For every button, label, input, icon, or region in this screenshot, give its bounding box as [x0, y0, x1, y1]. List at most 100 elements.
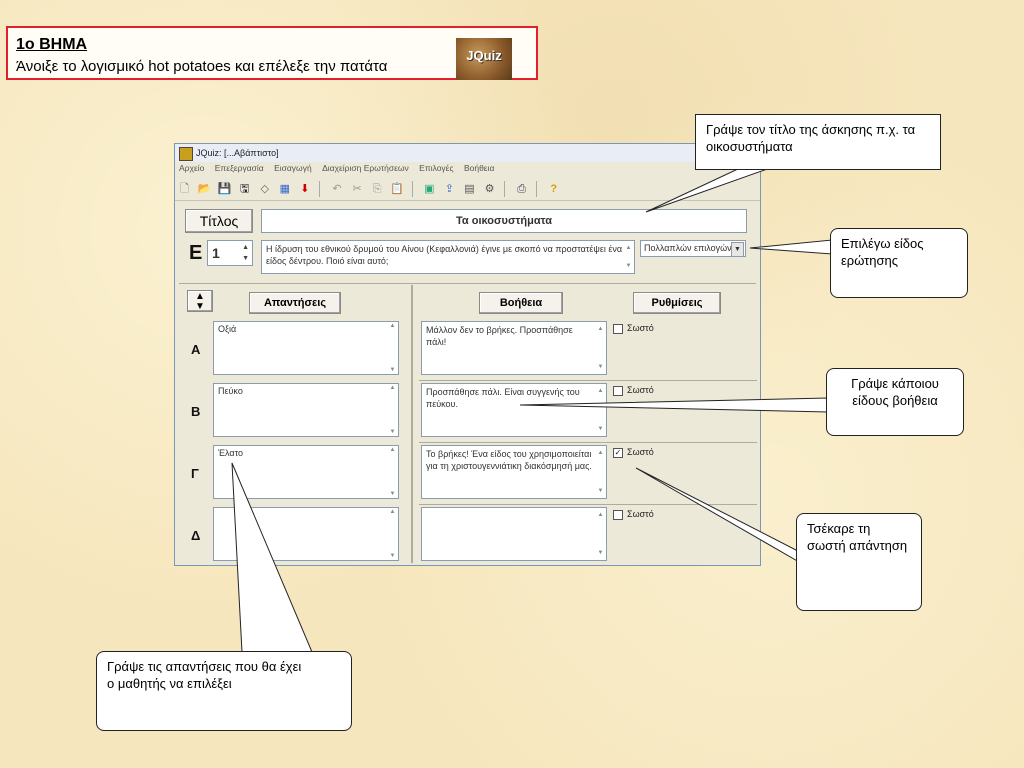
reorder-arrows-button[interactable]: ▲ ▼: [187, 290, 213, 312]
title-input[interactable]: Τα οικοσυστήματα: [261, 209, 747, 233]
feedback-input-c[interactable]: Το βρήκες! Ένα είδος του χρησιμοποιείται…: [421, 445, 607, 499]
answer-letter-a: Α: [191, 342, 201, 357]
tools-icon[interactable]: ⚙: [482, 178, 497, 200]
feedback-text: Μάλλον δεν το βρήκες. Προσπάθησε πάλι!: [426, 325, 573, 347]
checkbox-box[interactable]: [613, 385, 623, 396]
question-label: E: [189, 242, 203, 264]
correct-checkbox-b[interactable]: Σωστό: [613, 385, 654, 396]
question-type-value: Πολλαπλών επιλογών: [644, 243, 732, 253]
save-icon[interactable]: 💾: [217, 178, 232, 200]
toolbar: 🗋 📂 💾 🖫 ◇ ▦ ⬇ ↶ ✂ ⎘ 📋 ▣ ⇪ ▤ ⚙ ⎙ ?: [175, 178, 760, 201]
eraser-icon[interactable]: ◇: [257, 178, 272, 200]
correct-label: Σωστό: [627, 447, 654, 457]
answer-text: Έλατο: [218, 448, 244, 458]
settings-header-button[interactable]: Ρυθμίσεις: [633, 292, 721, 314]
feedback-text: Το βρήκες! Ένα είδος του χρησιμοποιείται…: [426, 449, 592, 471]
answers-hint-line-1: Γράψε τις απαντήσεις που θα έχει: [107, 659, 302, 674]
scrollbar[interactable]: ▲ ▼: [596, 447, 605, 497]
type-hint-text: Επιλέγω είδος ερώτησης: [841, 236, 924, 268]
correct-label: Σωστό: [627, 509, 654, 519]
arrow-down-icon[interactable]: ⬇: [297, 178, 312, 200]
toolbar-separator: [536, 181, 538, 198]
question-textarea[interactable]: Η ίδρυση του εθνικού δρυμού του Αίνου (Κ…: [261, 240, 635, 274]
toolbar-separator: [319, 181, 321, 198]
scrollbar[interactable]: ▲ ▼: [388, 385, 397, 435]
correct-hint-callout: Τσέκαρε τη σωστή απάντηση: [796, 513, 922, 611]
web-icon[interactable]: ▣: [422, 178, 437, 200]
answers-hint-callout: Γράψε τις απαντήσεις που θα έχει ο μαθητ…: [96, 651, 352, 731]
print-icon[interactable]: ⎙: [514, 178, 529, 200]
scrollbar[interactable]: ▲ ▼: [596, 385, 605, 435]
question-number-stepper[interactable]: 1 ▲ ▼: [207, 240, 253, 266]
correct-checkbox-c[interactable]: ✓ Σωστό: [613, 447, 654, 458]
jquiz-logo-icon: JQuiz: [456, 38, 512, 80]
step-text: Άνοιξε το λογισμικό hot potatoes και επέ…: [16, 58, 388, 75]
feedback-header-button[interactable]: Βοήθεια: [479, 292, 563, 314]
correct-checkbox-a[interactable]: Σωστό: [613, 323, 654, 334]
menu-help[interactable]: Βοήθεια: [464, 163, 494, 173]
question-number: 1: [212, 245, 220, 261]
checkbox-box[interactable]: [613, 509, 623, 520]
checkbox-box[interactable]: [613, 323, 623, 334]
feedback-input-d[interactable]: ▲ ▼: [421, 507, 607, 561]
answer-input-c[interactable]: Έλατο ▲ ▼: [213, 445, 399, 499]
toolbar-separator: [504, 181, 506, 198]
panel-top-divider: [179, 283, 756, 284]
menu-options[interactable]: Επιλογές: [419, 163, 453, 173]
app-icon: [179, 147, 193, 161]
scrollbar[interactable]: ▲ ▼: [596, 509, 605, 559]
stepper-arrows-icon[interactable]: ▲ ▼: [242, 242, 249, 264]
checker-icon[interactable]: ▦: [277, 178, 292, 200]
scrollbar[interactable]: ▲ ▼: [596, 323, 605, 373]
menubar: Αρχείο Επεξεργασία Εισαγωγή Διαχείριση Ε…: [175, 163, 760, 177]
answer-input-a[interactable]: Οξιά ▲ ▼: [213, 321, 399, 375]
feedback-hint-text: Γράψε κάποιου είδους βοήθεια: [851, 376, 939, 408]
title-button[interactable]: Τίτλος: [185, 209, 253, 233]
answer-text: Πεύκο: [218, 386, 243, 396]
open-icon[interactable]: 📂: [197, 178, 212, 200]
answer-text: Οξιά: [218, 324, 237, 334]
panel-vertical-divider: [411, 285, 413, 563]
type-hint-callout: Επιλέγω είδος ερώτησης: [830, 228, 968, 298]
help-icon[interactable]: ?: [546, 178, 561, 200]
scrollbar[interactable]: ▲ ▼: [388, 509, 397, 559]
menu-insert[interactable]: Εισαγωγή: [274, 163, 312, 173]
scrollbar[interactable]: ▲ ▼: [624, 242, 633, 272]
title-hint-callout: Γράψε τον τίτλο της άσκησης π.χ. τα οικο…: [695, 114, 941, 170]
row-divider: [419, 442, 757, 443]
answer-input-b[interactable]: Πεύκο ▲ ▼: [213, 383, 399, 437]
cut-icon[interactable]: ✂: [350, 178, 365, 200]
save-as-icon[interactable]: 🖫: [237, 178, 252, 200]
feedback-hint-callout: Γράψε κάποιου είδους βοήθεια: [826, 368, 964, 436]
step-title: 1ο ΒΗΜΑ: [16, 36, 88, 53]
menu-manage-questions[interactable]: Διαχείριση Ερωτήσεων: [322, 163, 409, 173]
scrollbar[interactable]: ▲ ▼: [388, 447, 397, 497]
jquiz-window: JQuiz: [...Αβάπτιστο] Αρχείο Επεξεργασία…: [174, 143, 761, 566]
checkbox-checked-icon[interactable]: ✓: [613, 447, 623, 458]
question-text: Η ίδρυση του εθνικού δρυμού του Αίνου (Κ…: [266, 244, 623, 266]
paste-icon[interactable]: 📋: [390, 178, 405, 200]
correct-checkbox-d[interactable]: Σωστό: [613, 509, 654, 520]
answer-input-d[interactable]: ▲ ▼: [213, 507, 399, 561]
menu-edit[interactable]: Επεξεργασία: [215, 163, 264, 173]
copy-icon[interactable]: ⎘: [370, 178, 385, 200]
export-icon[interactable]: ⇪: [442, 178, 457, 200]
question-type-select[interactable]: Πολλαπλών επιλογών ▼: [640, 240, 746, 257]
new-icon[interactable]: 🗋: [177, 178, 192, 200]
title-hint-text: Γράψε τον τίτλο της άσκησης π.χ. τα οικο…: [706, 122, 916, 154]
undo-icon[interactable]: ↶: [330, 178, 345, 200]
answer-letter-c: Γ: [191, 466, 199, 481]
type-hint-pointer: [749, 239, 833, 255]
correct-label: Σωστό: [627, 323, 654, 333]
correct-hint-text: Τσέκαρε τη σωστή απάντηση: [807, 521, 908, 553]
scrollbar[interactable]: ▲ ▼: [388, 323, 397, 373]
answers-header-button[interactable]: Απαντήσεις: [249, 292, 341, 314]
grid-icon[interactable]: ▤: [462, 178, 477, 200]
menu-file[interactable]: Αρχείο: [179, 163, 204, 173]
dropdown-arrow-icon[interactable]: ▼: [731, 242, 744, 256]
feedback-input-a[interactable]: Μάλλον δεν το βρήκες. Προσπάθησε πάλι! ▲…: [421, 321, 607, 375]
feedback-text: Προσπάθησε πάλι. Είναι συγγενής του πεύκ…: [426, 387, 580, 409]
window-titlebar: JQuiz: [...Αβάπτιστο]: [175, 144, 760, 162]
feedback-input-b[interactable]: Προσπάθησε πάλι. Είναι συγγενής του πεύκ…: [421, 383, 607, 437]
answers-hint-line-2: ο μαθητής να επιλέξει: [107, 676, 232, 691]
